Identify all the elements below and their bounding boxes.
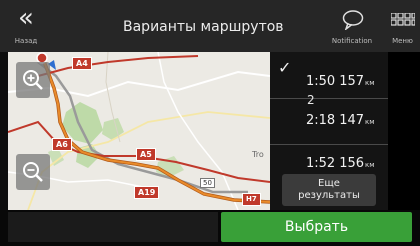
routes-list: ✓ 1:50 157км 2 2:18 147км 1:52 156км Еще ре…	[270, 52, 388, 210]
bottom-left-panel	[8, 212, 218, 242]
route-distance: 156	[339, 156, 365, 171]
route-unit: км	[365, 118, 375, 126]
route-unit: км	[365, 79, 375, 87]
road-label-a4: A4	[72, 57, 92, 70]
grid-icon	[391, 13, 415, 26]
back-label: Назад	[14, 37, 38, 45]
route-distance: 157	[339, 74, 365, 89]
menu-label: Меню	[392, 37, 413, 45]
bottom-bar: Выбрать	[0, 210, 420, 246]
route-summary: 1:50 157км	[306, 70, 375, 89]
route-option-2[interactable]: 2 2:18 147км	[270, 93, 388, 142]
zoom-in-icon	[23, 70, 43, 90]
route-index: 2	[307, 93, 315, 107]
route-map[interactable]: A4 A6 A5 A19 H7 50 Tro	[8, 52, 270, 210]
page-title: Варианты маршрутов	[123, 19, 284, 35]
header-bar: « Назад Варианты маршрутов Notification	[0, 0, 420, 52]
zoom-in-button[interactable]	[16, 62, 50, 98]
more-results-line1: Еще	[318, 178, 340, 189]
speech-bubble-icon	[342, 10, 364, 30]
road-label-50: 50	[200, 178, 215, 188]
checkmark-icon: ✓	[278, 58, 292, 77]
notification-label: Notification	[331, 37, 373, 45]
menu-button[interactable]: Меню	[385, 0, 420, 52]
place-label: Tro	[252, 150, 264, 159]
road-label-a19: A19	[134, 186, 160, 199]
more-results-line2: результаты	[298, 190, 360, 201]
route-distance: 147	[339, 113, 365, 128]
right-strip	[388, 52, 420, 210]
route-time: 2:18	[306, 113, 336, 128]
zoom-out-icon	[23, 162, 43, 182]
back-button[interactable]: « Назад	[0, 0, 52, 52]
more-results-button[interactable]: Еще результаты	[282, 174, 376, 206]
route-options-screen: « Назад Варианты маршрутов Notification	[0, 0, 420, 246]
road-label-a6: A6	[52, 138, 72, 151]
road-label-h7: H7	[242, 193, 261, 206]
route-time: 1:52	[306, 156, 336, 171]
notification-button[interactable]: Notification	[326, 0, 378, 52]
route-option-1[interactable]: ✓ 1:50 157км	[270, 52, 388, 99]
road-label-a5: A5	[136, 148, 156, 161]
route-unit: км	[365, 161, 375, 169]
zoom-out-button[interactable]	[16, 154, 50, 190]
route-option-3[interactable]: 1:52 156км	[270, 144, 388, 171]
chevron-double-left-icon: «	[18, 3, 34, 33]
route-time: 1:50	[306, 74, 336, 89]
route-summary: 1:52 156км	[306, 152, 375, 171]
route-summary: 2:18 147км	[306, 109, 375, 128]
select-route-button[interactable]: Выбрать	[221, 212, 412, 242]
